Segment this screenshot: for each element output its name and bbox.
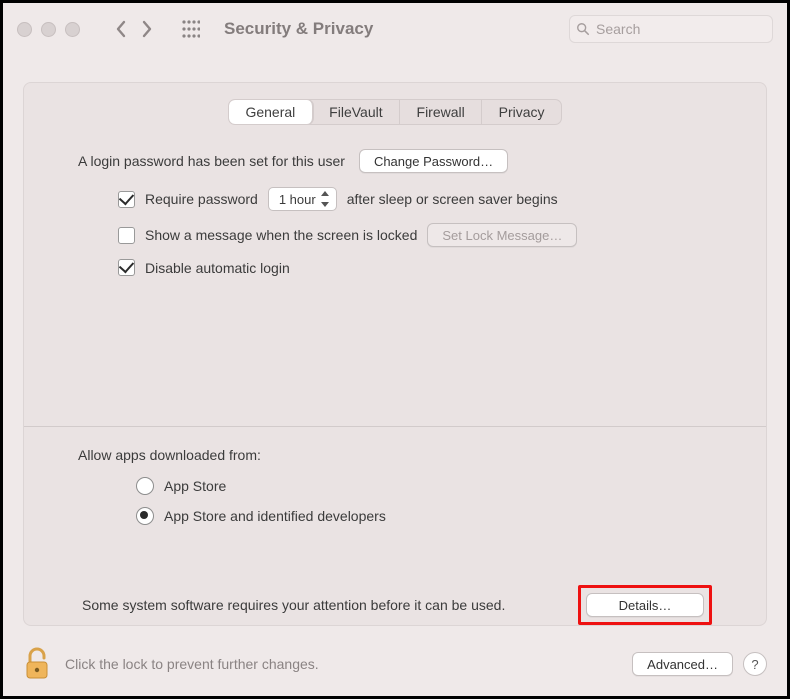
search-field[interactable]: Search bbox=[569, 15, 773, 43]
toolbar: Security & Privacy Search bbox=[3, 3, 787, 55]
tab-privacy[interactable]: Privacy bbox=[482, 100, 561, 124]
main-panel: General FileVault Firewall Privacy A log… bbox=[23, 82, 767, 626]
show-message-label: Show a message when the screen is locked bbox=[145, 227, 417, 243]
tabs: General FileVault Firewall Privacy bbox=[228, 99, 562, 125]
tab-general[interactable]: General bbox=[229, 100, 313, 124]
system-software-notice: Some system software requires your atten… bbox=[82, 597, 505, 613]
download-heading: Allow apps downloaded from: bbox=[78, 447, 712, 463]
require-password-label-before: Require password bbox=[145, 191, 258, 207]
help-button[interactable]: ? bbox=[743, 652, 767, 676]
all-prefs-icon[interactable] bbox=[182, 20, 200, 38]
zoom-window-button[interactable] bbox=[65, 22, 80, 37]
download-option-identified: App Store and identified developers bbox=[164, 508, 386, 524]
login-password-intro: A login password has been set for this u… bbox=[78, 153, 345, 169]
require-password-checkbox[interactable] bbox=[118, 191, 135, 208]
disable-auto-login-label: Disable automatic login bbox=[145, 260, 290, 276]
show-message-checkbox[interactable] bbox=[118, 227, 135, 244]
details-button[interactable]: Details… bbox=[586, 593, 704, 617]
change-password-button[interactable]: Change Password… bbox=[359, 149, 508, 173]
forward-button[interactable] bbox=[136, 18, 158, 40]
download-section: Allow apps downloaded from: App Store Ap… bbox=[44, 447, 746, 625]
window-controls bbox=[17, 22, 80, 37]
tab-firewall[interactable]: Firewall bbox=[400, 100, 482, 124]
advanced-button[interactable]: Advanced… bbox=[632, 652, 733, 676]
search-icon bbox=[576, 22, 590, 36]
close-window-button[interactable] bbox=[17, 22, 32, 37]
set-lock-message-button: Set Lock Message… bbox=[427, 223, 577, 247]
section-divider bbox=[24, 426, 766, 427]
lock-text: Click the lock to prevent further change… bbox=[65, 656, 319, 672]
require-password-label-after: after sleep or screen saver begins bbox=[347, 191, 558, 207]
footer: Click the lock to prevent further change… bbox=[23, 644, 767, 684]
require-password-delay-value: 1 hour bbox=[279, 192, 316, 207]
search-placeholder: Search bbox=[596, 21, 640, 37]
download-radio-appstore[interactable] bbox=[136, 477, 154, 495]
details-highlight: Details… bbox=[578, 585, 712, 625]
back-button[interactable] bbox=[110, 18, 132, 40]
require-password-delay-select[interactable]: 1 hour bbox=[268, 187, 337, 211]
minimize-window-button[interactable] bbox=[41, 22, 56, 37]
login-section: A login password has been set for this u… bbox=[44, 149, 746, 276]
disable-auto-login-checkbox[interactable] bbox=[118, 259, 135, 276]
tab-filevault[interactable]: FileVault bbox=[313, 100, 400, 124]
lock-icon[interactable] bbox=[23, 647, 51, 681]
window-title: Security & Privacy bbox=[224, 19, 373, 39]
download-option-appstore: App Store bbox=[164, 478, 226, 494]
nav-buttons bbox=[110, 18, 158, 40]
download-radio-identified[interactable] bbox=[136, 507, 154, 525]
